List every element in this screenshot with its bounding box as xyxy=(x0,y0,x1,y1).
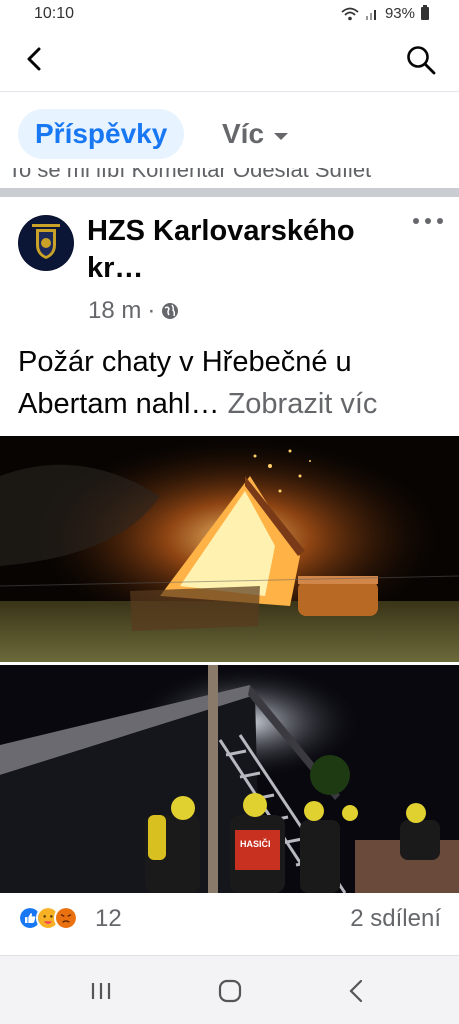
reaction-count[interactable]: 12 xyxy=(95,905,122,933)
post-meta: 18 m · xyxy=(88,297,179,325)
page-name[interactable]: HZS Karlovarského kr… xyxy=(87,213,407,287)
battery-percent: 93% xyxy=(384,5,415,22)
see-more-link[interactable]: Zobrazit víc xyxy=(228,388,378,420)
caret-down-icon xyxy=(274,132,289,140)
back-icon[interactable] xyxy=(342,976,372,1006)
vest-label: HASIČI xyxy=(240,838,271,849)
status-icons: 93% xyxy=(341,5,429,22)
status-bar: 10:10 93% xyxy=(0,0,459,28)
angry-icon xyxy=(54,906,78,930)
burning-cabin-image xyxy=(0,436,459,662)
post-divider xyxy=(0,188,459,197)
post-photo-firefighters[interactable]: HASIČI xyxy=(0,665,459,893)
cut-off-actions-text: To se mi líbí Komentář Odeslat Sdílet xyxy=(8,168,372,182)
recent-apps-icon[interactable] xyxy=(86,976,116,1006)
status-time: 10:10 xyxy=(34,5,75,22)
reaction-icons[interactable] xyxy=(18,906,78,930)
signal-icon xyxy=(365,9,376,20)
firefighters-image: HASIČI xyxy=(0,665,459,893)
meta-separator: · xyxy=(147,297,156,324)
page-avatar[interactable] xyxy=(18,215,74,271)
back-arrow-icon[interactable] xyxy=(20,44,50,74)
post-text: Požár chaty v Hřebečné u Abertam nahl… Z… xyxy=(18,341,448,425)
share-count[interactable]: 2 sdílení xyxy=(350,905,441,933)
more-options-icon[interactable] xyxy=(413,213,443,229)
tab-more-label: Víc xyxy=(222,118,265,149)
tab-more[interactable]: Víc xyxy=(222,109,289,159)
previous-post-actions: To se mi líbí Komentář Odeslat Sdílet xyxy=(0,168,459,188)
fire-rescue-logo-icon xyxy=(19,216,73,270)
page-tabs: Příspěvky Víc xyxy=(0,92,459,168)
home-icon[interactable] xyxy=(215,976,245,1006)
post-time[interactable]: 18 m xyxy=(88,297,141,325)
tab-posts[interactable]: Příspěvky xyxy=(18,109,185,159)
post-header: HZS Karlovarského kr… 18 m · xyxy=(0,197,459,327)
system-nav-bar xyxy=(0,955,459,1024)
post-photo-fire[interactable] xyxy=(0,436,459,662)
wifi-icon xyxy=(341,7,359,20)
post-reactions: 12 2 sdílení xyxy=(0,893,459,947)
search-icon[interactable] xyxy=(405,44,437,76)
globe-icon xyxy=(162,303,179,319)
battery-icon xyxy=(421,5,429,20)
top-bar xyxy=(0,28,459,92)
